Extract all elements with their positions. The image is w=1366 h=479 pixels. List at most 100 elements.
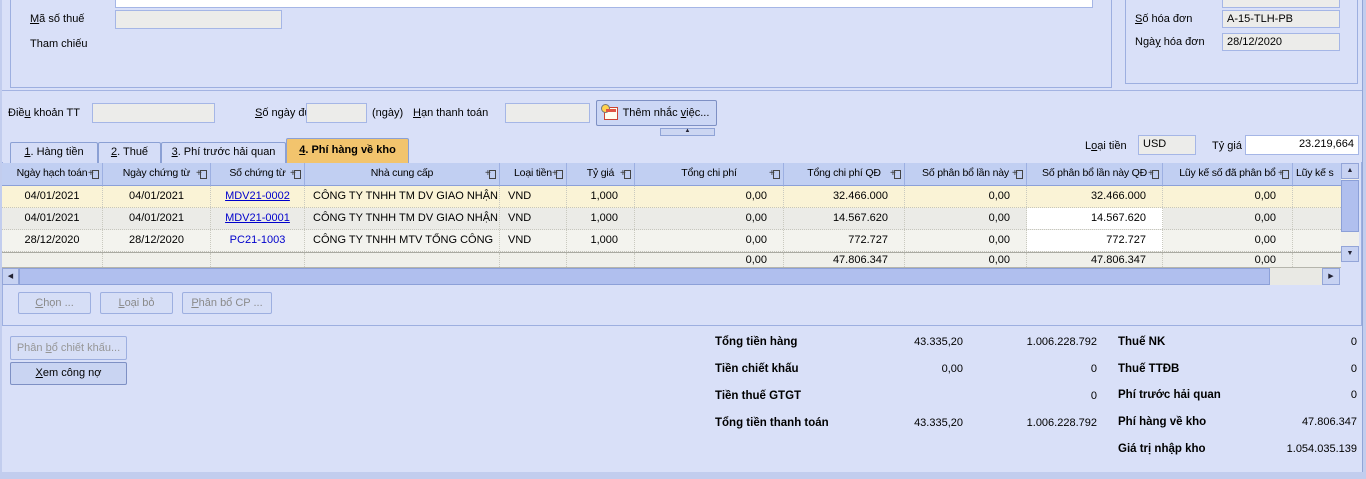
tax-code-field[interactable] bbox=[115, 10, 282, 29]
summary-foreign-value: 43.335,20 bbox=[790, 417, 963, 429]
cell-ngay-hach-toan: 28/12/2020 bbox=[2, 230, 103, 251]
col-header[interactable]: Loại tiền bbox=[514, 167, 552, 179]
pin-icon[interactable] bbox=[1012, 170, 1024, 179]
cell-nha-cung-cap: CÔNG TY TNHH TM DV GIAO NHẬN bbox=[305, 186, 500, 207]
vertical-scroll-thumb[interactable] bbox=[1341, 180, 1359, 232]
currency-field[interactable]: USD bbox=[1138, 135, 1196, 155]
col-header[interactable]: Ngày chứng từ bbox=[123, 167, 191, 179]
scroll-left-icon[interactable]: ◀ bbox=[2, 268, 19, 285]
grid-vertical-scrollbar[interactable]: ▲ ▼ bbox=[1341, 163, 1359, 262]
pin-icon[interactable] bbox=[552, 170, 564, 179]
summary-foreign-value: 0,00 bbox=[790, 363, 963, 375]
cell-empty bbox=[1293, 186, 1341, 207]
table-row[interactable]: 04/01/2021 04/01/2021 MDV21-0001 CÔNG TY… bbox=[2, 208, 1341, 230]
summary-label: Tiền chiết khấu bbox=[715, 363, 799, 375]
total-luy-ke: 0,00 bbox=[1163, 253, 1293, 267]
summary-value: 47.806.347 bbox=[1200, 416, 1357, 428]
voucher-link[interactable]: PC21-1003 bbox=[230, 234, 286, 246]
summary-local-value: 1.006.228.792 bbox=[975, 417, 1097, 429]
cell-so-phan-bo: 0,00 bbox=[905, 230, 1027, 251]
cell-ty-gia: 1,000 bbox=[567, 208, 635, 229]
window-left-edge bbox=[0, 0, 2, 479]
pin-icon[interactable] bbox=[620, 170, 632, 179]
col-header[interactable]: Tỷ giá bbox=[587, 167, 614, 179]
col-header[interactable]: Tổng chi phí QĐ bbox=[807, 167, 880, 179]
pin-icon[interactable] bbox=[890, 170, 902, 179]
summary-local-value: 0 bbox=[975, 363, 1097, 375]
summary-label: Thuế TTĐB bbox=[1118, 363, 1179, 375]
pin-icon[interactable] bbox=[290, 170, 302, 179]
cell-luy-ke: 0,00 bbox=[1163, 230, 1293, 251]
currency-label: Loại tiền bbox=[1085, 140, 1127, 152]
voucher-link[interactable]: MDV21-0002 bbox=[225, 190, 290, 202]
cell-so-phan-bo: 0,00 bbox=[905, 208, 1027, 229]
cell-so-phan-bo-qd[interactable]: 772.727 bbox=[1027, 230, 1163, 251]
pin-icon[interactable] bbox=[88, 170, 100, 179]
cell-ngay-chung-tu: 04/01/2021 bbox=[103, 208, 211, 229]
col-header[interactable]: Tổng chi phí bbox=[681, 167, 736, 179]
pin-icon[interactable] bbox=[196, 170, 208, 179]
view-debt-button[interactable]: Xem công nợ bbox=[10, 362, 127, 385]
col-header[interactable]: Nhà cung cấp bbox=[371, 167, 433, 179]
scroll-right-icon[interactable]: ▶ bbox=[1322, 268, 1340, 285]
pin-icon[interactable] bbox=[769, 170, 781, 179]
invoice-date-field[interactable]: 28/12/2020 bbox=[1222, 33, 1340, 51]
grid-horizontal-scrollbar[interactable]: ◀ ▶ bbox=[2, 268, 1340, 285]
pin-icon[interactable] bbox=[1278, 170, 1290, 179]
terms-field[interactable] bbox=[92, 103, 215, 123]
cell-so-phan-bo-qd[interactable]: 32.466.000 bbox=[1027, 186, 1163, 207]
terms-label: Điều khoản TT bbox=[8, 107, 80, 119]
summary-foreign-value: 43.335,20 bbox=[790, 336, 963, 348]
tab-hang-tien[interactable]: 1. Hàng tiền bbox=[10, 142, 98, 163]
voucher-link[interactable]: MDV21-0001 bbox=[225, 212, 290, 224]
exchange-rate-field[interactable]: 23.219,664 bbox=[1245, 135, 1359, 155]
cell-so-phan-bo-qd[interactable]: 14.567.620 bbox=[1027, 208, 1163, 229]
cell-empty bbox=[1293, 230, 1341, 251]
add-reminder-label: Thêm nhắc việc... bbox=[623, 107, 710, 119]
credit-days-field[interactable] bbox=[306, 103, 367, 123]
col-header[interactable]: Lũy kế số đã phân bổ bbox=[1179, 167, 1275, 179]
discount-allocation-button[interactable]: Phân bổ chiết khấu... bbox=[10, 336, 127, 360]
scroll-down-icon[interactable]: ▼ bbox=[1341, 246, 1359, 262]
add-reminder-button[interactable]: Thêm nhắc việc... bbox=[596, 100, 717, 126]
supplier-name-field[interactable] bbox=[115, 0, 1093, 8]
invoice-series-field[interactable] bbox=[1222, 0, 1340, 8]
window-right-edge bbox=[1362, 0, 1366, 479]
table-row[interactable]: 04/01/2021 04/01/2021 MDV21-0002 CÔNG TY… bbox=[2, 186, 1341, 208]
pin-icon[interactable] bbox=[485, 170, 497, 179]
cell-tong-chi-phi-qd: 14.567.620 bbox=[784, 208, 905, 229]
tab-phi-truoc-hai-quan[interactable]: 3. Phí trước hải quan bbox=[161, 142, 286, 163]
col-header[interactable]: Lũy kế s bbox=[1296, 167, 1334, 179]
total-tong-chi-phi: 0,00 bbox=[635, 253, 784, 267]
grid-total-row: 0,00 47.806.347 0,00 47.806.347 0,00 bbox=[2, 252, 1341, 268]
summary-value: 0 bbox=[1200, 363, 1357, 375]
col-header[interactable]: Số phân bổ lần này QĐ bbox=[1042, 167, 1147, 179]
pin-icon[interactable] bbox=[1148, 170, 1160, 179]
horizontal-scroll-thumb[interactable] bbox=[19, 268, 1270, 285]
grid-header-row: Ngày hạch toán Ngày chứng từ Số chứng từ… bbox=[2, 163, 1341, 186]
table-row[interactable]: 28/12/2020 28/12/2020 PC21-1003 CÔNG TY … bbox=[2, 230, 1341, 252]
due-date-field[interactable] bbox=[505, 103, 590, 123]
total-so-phan-bo-qd: 47.806.347 bbox=[1027, 253, 1163, 267]
cell-empty bbox=[1293, 208, 1341, 229]
invoice-no-field[interactable]: A-15-TLH-PB bbox=[1222, 10, 1340, 28]
col-header[interactable]: Ngày hạch toán bbox=[17, 167, 88, 179]
total-tong-chi-phi-qd: 47.806.347 bbox=[784, 253, 905, 267]
reminder-calendar-icon bbox=[604, 107, 618, 120]
scroll-up-icon[interactable]: ▲ bbox=[1341, 163, 1359, 179]
tab-phi-hang-ve-kho[interactable]: 4. Phí hàng về kho bbox=[286, 138, 409, 163]
cell-so-phan-bo: 0,00 bbox=[905, 186, 1027, 207]
collapse-header-button[interactable]: ▲ bbox=[660, 128, 715, 136]
cell-ngay-hach-toan: 04/01/2021 bbox=[2, 208, 103, 229]
col-header[interactable]: Số phân bổ lần này bbox=[922, 167, 1009, 179]
col-header[interactable]: Số chứng từ bbox=[229, 167, 285, 179]
cell-tong-chi-phi: 0,00 bbox=[635, 208, 784, 229]
remove-button[interactable]: Loại bỏ bbox=[100, 292, 173, 314]
summary-label: Giá trị nhập kho bbox=[1118, 443, 1206, 455]
cell-loai-tien: VND bbox=[500, 230, 567, 251]
allocate-cp-button[interactable]: Phân bổ CP ... bbox=[182, 292, 272, 314]
select-button[interactable]: Chọn ... bbox=[18, 292, 91, 314]
reference-label: Tham chiếu bbox=[30, 38, 87, 50]
cell-tong-chi-phi: 0,00 bbox=[635, 186, 784, 207]
tab-thue[interactable]: 2. Thuế bbox=[98, 142, 161, 163]
